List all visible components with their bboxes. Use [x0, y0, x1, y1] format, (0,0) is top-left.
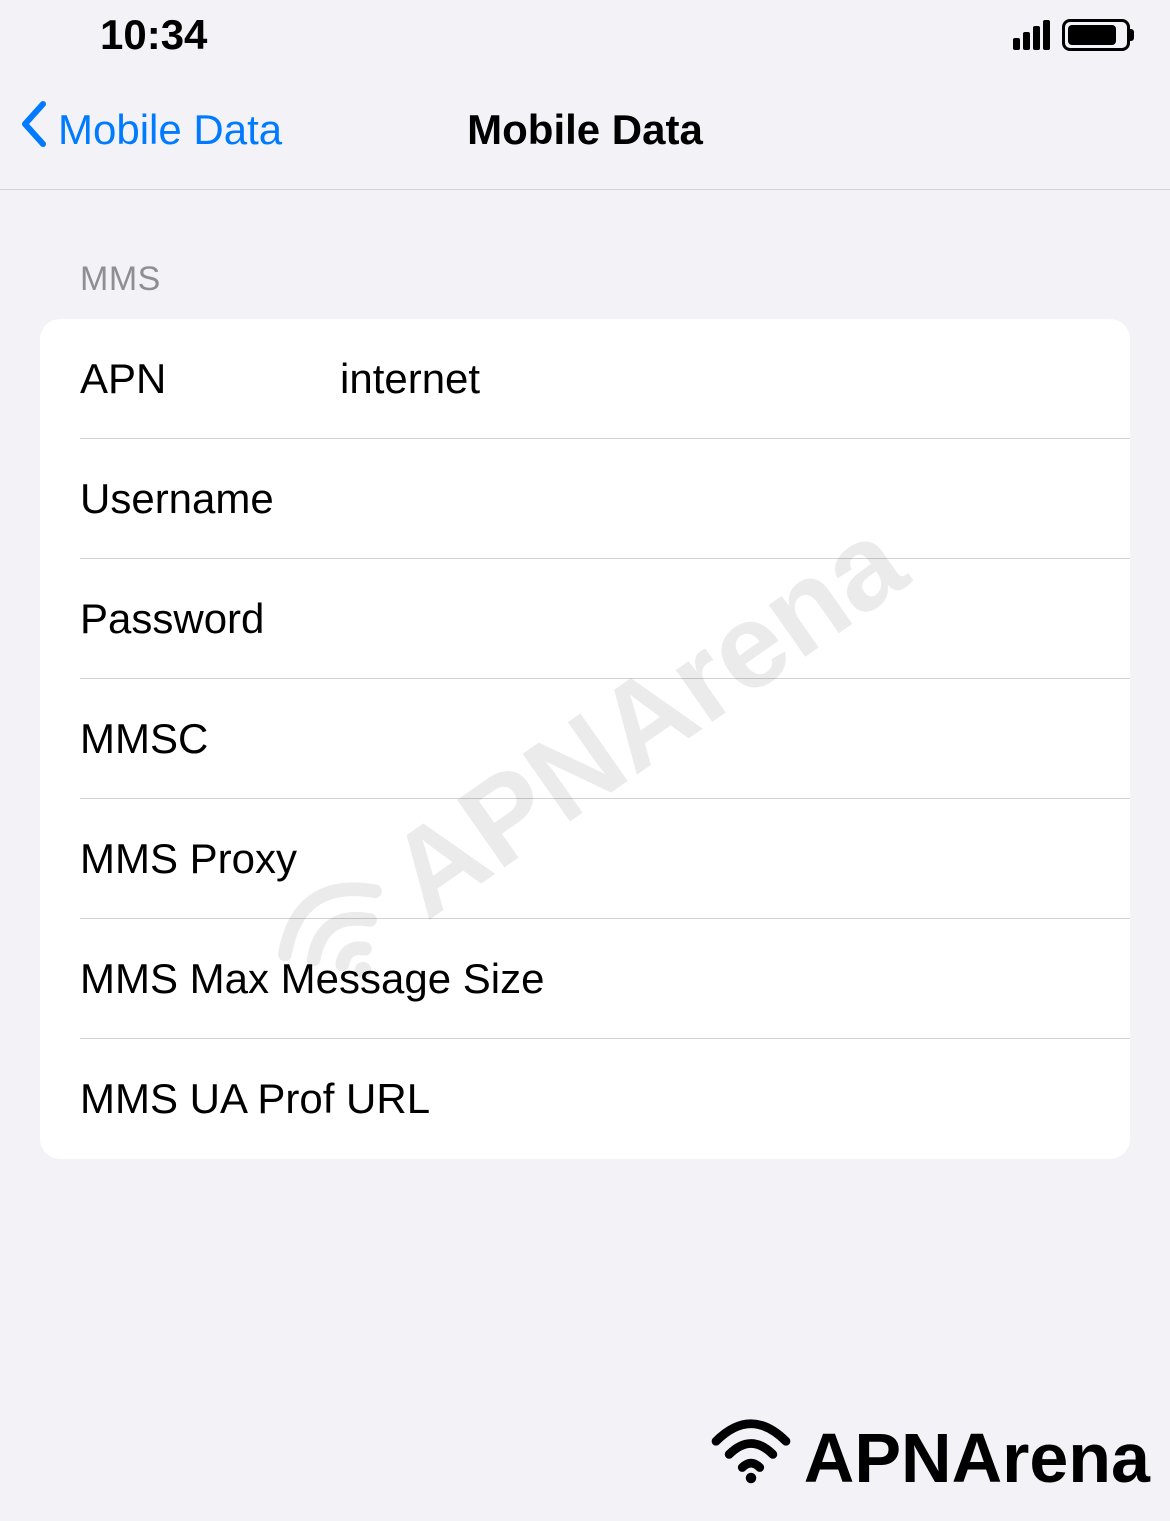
status-right [1013, 19, 1130, 51]
back-button-label: Mobile Data [58, 106, 282, 154]
page-title: Mobile Data [467, 106, 703, 154]
password-input[interactable] [340, 595, 1090, 643]
brand-logo: APNArena [706, 1415, 1150, 1501]
settings-row-mms-proxy[interactable]: MMS Proxy [40, 799, 1130, 919]
settings-row-mmsc[interactable]: MMSC [40, 679, 1130, 799]
status-time: 10:34 [100, 11, 207, 59]
wifi-icon [706, 1415, 796, 1501]
row-label: Password [80, 595, 340, 643]
status-bar: 10:34 [0, 0, 1170, 70]
section-header-mms: MMS [40, 190, 1130, 319]
battery-icon [1062, 19, 1130, 51]
row-label: MMS Max Message Size [80, 955, 544, 1003]
mmsc-input[interactable] [340, 715, 1090, 763]
row-label: MMSC [80, 715, 340, 763]
apn-input[interactable] [340, 355, 1090, 403]
mms-proxy-input[interactable] [340, 835, 1090, 883]
mms-max-size-input[interactable] [544, 955, 1090, 1003]
settings-row-mms-max-size[interactable]: MMS Max Message Size [40, 919, 1130, 1039]
username-input[interactable] [340, 475, 1090, 523]
settings-row-apn[interactable]: APN [40, 319, 1130, 439]
settings-row-mms-ua-prof[interactable]: MMS UA Prof URL [40, 1039, 1130, 1159]
row-label: APN [80, 355, 340, 403]
settings-row-username[interactable]: Username [40, 439, 1130, 559]
mms-ua-prof-input[interactable] [430, 1075, 1090, 1123]
back-button[interactable]: Mobile Data [0, 101, 282, 159]
settings-group-mms: APN Username Password MMSC MMS Proxy MMS… [40, 319, 1130, 1159]
row-label: MMS Proxy [80, 835, 340, 883]
cellular-signal-icon [1013, 20, 1050, 50]
navigation-bar: Mobile Data Mobile Data [0, 70, 1170, 190]
brand-text: APNArena [804, 1418, 1150, 1498]
row-label: MMS UA Prof URL [80, 1075, 430, 1123]
settings-row-password[interactable]: Password [40, 559, 1130, 679]
row-label: Username [80, 475, 340, 523]
chevron-left-icon [20, 101, 46, 159]
